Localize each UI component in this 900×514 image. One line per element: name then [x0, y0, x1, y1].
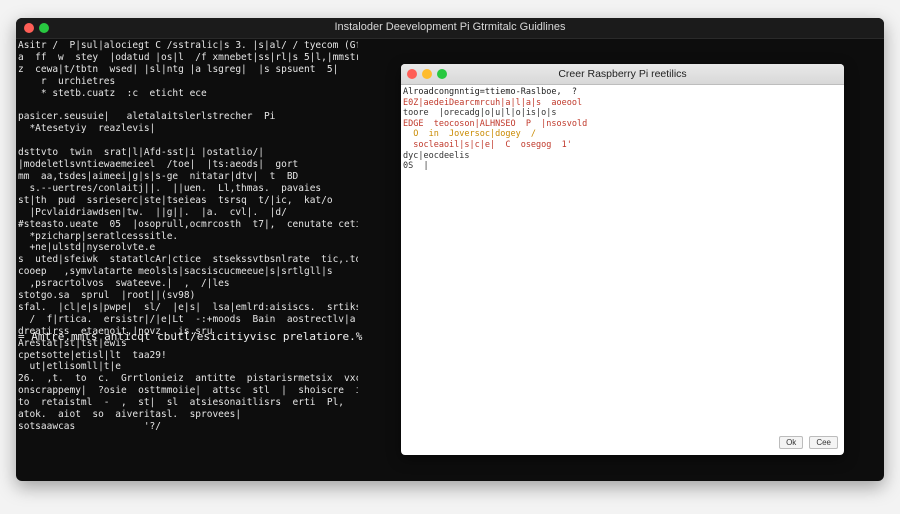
terminal-line: s.--uertres/conlaitj||. ||uen. Ll,thmas.… — [18, 182, 322, 194]
terminal-line: cpetsotte|etisl|lt taa29! — [18, 349, 167, 361]
terminal-line: mm aa,tsdes|aimeei|g|s|s-ge nitatar|dtv|… — [18, 170, 299, 182]
terminal-line: st|th pud ssrieserc|ste|tseieas tsrsq t/… — [18, 194, 333, 206]
terminal-line: pasicer.seusuie| aletalaitslerlstrecher … — [18, 111, 276, 123]
terminal-line: * stetb.cuatz :c eticht ece — [18, 87, 207, 99]
editor-line: E0Z|aedeiDearcmrcuh|a|l|a|s aoeool — [403, 97, 583, 108]
terminal-line: *Atesetyiy reazlevis| — [18, 123, 156, 135]
editor-line: toore |orecadg|o|u|l|o|is|o|s — [403, 108, 557, 119]
editor-button-bar: Ok Cee — [779, 436, 838, 449]
terminal-line: Asitr / P|sul|alociegt C /sstralic|s 3. … — [18, 40, 358, 51]
terminal-line: *pzicharp|seratlcesssitle. — [18, 230, 179, 242]
editor-line: EDGE teocoson|ALHNSEO P |nsosvold — [403, 118, 588, 129]
terminal-line: |Pcvlaidriawdsen|tw. ||g||. |a. cvl|. |d… — [18, 206, 287, 218]
terminal-line: ut|etlisomll|t|e — [18, 361, 121, 373]
terminal-output: Asitr / P|sul|alociegt C /sstralic|s 3. … — [18, 40, 358, 433]
editor-line: dyc|eocdeelis — [403, 150, 470, 161]
editor-line: O in Joversoc|dogey / — [403, 129, 537, 140]
terminal-line: a ff w stey |odatud |os|l /f xmnebet|ss|… — [18, 51, 358, 63]
terminal-line: dsttvto twin srat|l|Afd-sst|i |ostatlio/… — [18, 147, 264, 159]
terminal-line: sotsaawcas '?/ — [18, 421, 161, 432]
editor-text-area[interactable]: Alroadcongnntig=ttiemo-Raslboe, ? E0Z|aed… — [403, 87, 838, 172]
editor-line: 0S | — [403, 161, 429, 172]
terminal-line: 26. ,t. to c. Grrtlonieiz antitte pistar… — [18, 373, 358, 385]
terminal-line: ,psracrtolvos swateeve.| , /|les — [18, 278, 230, 290]
editor-line: Alroadcongnntig=ttiemo-Raslboe, ? — [403, 87, 577, 97]
terminal-line: |modeletlsvntiewaemeieel /toe| |ts:aeods… — [18, 159, 299, 171]
terminal-line: stotgo.sa sprul |root||(sv98) — [18, 290, 196, 302]
terminal-line: cooep ,symvlatarte meolsls|sacsiscucmeeu… — [18, 266, 333, 278]
editor-line: socleaoil|s|c|e| C osegog 1' — [403, 139, 572, 150]
cancel-button[interactable]: Cee — [809, 436, 838, 449]
ok-button[interactable]: Ok — [779, 436, 804, 449]
terminal-line: to retaistml - , st| sl atsiesonaitlisrs… — [18, 397, 345, 409]
terminal-line: / f|rtica. ersistr|/|e|Lt -:+moods Bain … — [29, 313, 356, 325]
terminal-line: r urchietres — [18, 75, 116, 87]
terminal-title: Instaloder Deevelopment Pi Gtrmitalc Gui… — [334, 21, 566, 33]
terminal-prompt[interactable]: = Amtre.mmts anticqt cbutl/esicitiyvisc … — [18, 330, 362, 343]
terminal-line: #steasto.ueate 05 |osoprull,ocmrcosth t7… — [18, 218, 358, 230]
editor-window[interactable]: Creer Raspberry Pi reetilics Alroadcongn… — [401, 64, 844, 455]
terminal-line: onscrappemy| ?osie osttmmoiie| attsc stl… — [18, 385, 358, 397]
terminal-line: atok. aiot so aiveritasl. sprovees| — [18, 409, 242, 421]
terminal-line: s uted|sfeiwk statatlcAr|ctice stsekssvt… — [18, 254, 358, 266]
terminal-line: +ne|ulstd|nyserolvte.e — [18, 242, 156, 254]
terminal-line: z cewa|t/tbtn wsed| |sl|ntg |a lsgreg| |… — [18, 63, 339, 75]
terminal-line: sfal. |cl|e|s|pwpe| sl/ |e|s| lsa|emlrd:… — [18, 301, 358, 313]
terminal-titlebar[interactable]: Instaloder Deevelopment Pi Gtrmitalc Gui… — [16, 18, 884, 39]
editor-titlebar[interactable]: Creer Raspberry Pi reetilics — [401, 64, 844, 85]
editor-title: Creer Raspberry Pi reetilics — [558, 68, 687, 80]
